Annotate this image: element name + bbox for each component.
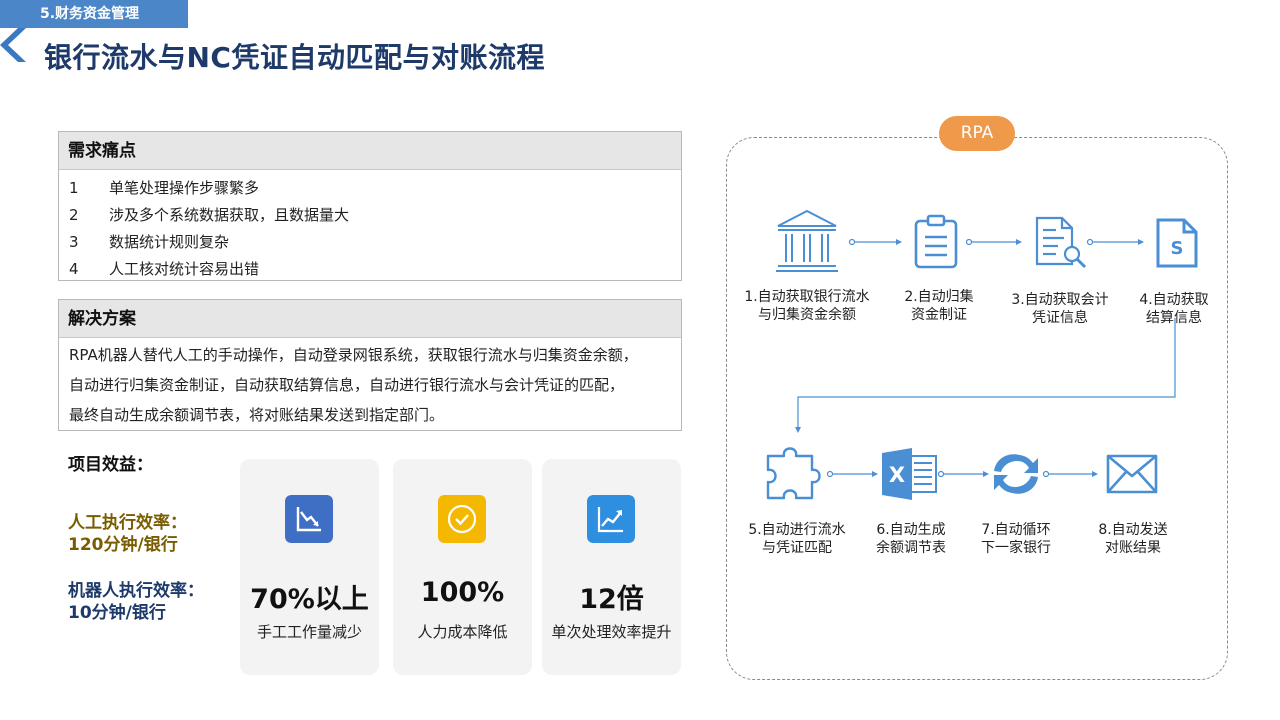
- step-label: 7.自动循环 下一家银行: [968, 521, 1064, 557]
- list-item: 3 数据统计规则复杂: [69, 228, 681, 255]
- manual-efficiency: 人工执行效率： 120分钟/银行: [68, 512, 187, 556]
- step-label: 3.自动获取会计 凭证信息: [1000, 291, 1120, 327]
- needs-list: 1 单笔处理操作步骤繁多 2 涉及多个系统数据获取，且数据量大 3 数据统计规则…: [59, 170, 681, 282]
- bank-icon: [776, 209, 838, 272]
- robot-efficiency-label: 机器人执行效率：: [68, 581, 204, 601]
- step-label-line: 余额调节表: [876, 540, 946, 556]
- mail-icon: [1106, 454, 1158, 494]
- step-label-line: 对账结果: [1105, 540, 1161, 556]
- needs-panel: 需求痛点 1 单笔处理操作步骤繁多 2 涉及多个系统数据获取，且数据量大 3 数…: [58, 131, 682, 281]
- step-label-line: 5.自动进行流水: [748, 522, 846, 538]
- solution-line: 最终自动生成余额调节表，将对账结果发送到指定部门。: [69, 406, 445, 424]
- page-title: 银行流水与NC凭证自动匹配与对账流程: [44, 41, 545, 74]
- solution-panel: 解决方案 RPA机器人替代人工的手动操作，自动登录网银系统，获取银行流水与归集资…: [58, 299, 682, 431]
- step-label-line: 8.自动发送: [1098, 522, 1168, 538]
- file-s-icon: S: [1156, 218, 1198, 268]
- step-label-line: 凭证信息: [1032, 310, 1088, 326]
- clipboard-icon: [914, 214, 958, 269]
- benefit-value: 100%: [420, 577, 505, 608]
- chart-up-icon: [587, 495, 635, 543]
- step-label-line: 1.自动获取银行流水: [744, 289, 870, 305]
- benefit-label: 单次处理效率提升: [551, 623, 672, 641]
- robot-efficiency-value: 10分钟/银行: [68, 603, 166, 623]
- check-circle-icon: [438, 495, 486, 543]
- benefit-value: 70%以上: [250, 584, 369, 615]
- solution-line: RPA机器人替代人工的手动操作，自动登录网银系统，获取银行流水与归集资金余额，: [69, 346, 638, 364]
- solution-body: RPA机器人替代人工的手动操作，自动登录网银系统，获取银行流水与归集资金余额， …: [59, 338, 681, 430]
- chart-down-icon: [285, 495, 333, 543]
- step-label-line: 7.自动循环: [981, 522, 1051, 538]
- svg-text:S: S: [1171, 238, 1184, 259]
- list-item-text: 数据统计规则复杂: [109, 233, 230, 251]
- list-item-number: 2: [69, 205, 79, 224]
- benefit-card: 100% 人力成本降低: [393, 459, 532, 675]
- benefit-title: 项目效益：: [68, 455, 153, 475]
- solution-line: 自动进行归集资金制证，自动获取结算信息，自动进行银行流水与会计凭证的匹配，: [69, 376, 625, 394]
- benefit-value: 12倍: [579, 584, 644, 615]
- list-item-text: 单笔处理操作步骤繁多: [109, 179, 260, 197]
- benefit-label: 人力成本降低: [417, 623, 508, 641]
- chevron-left-icon: [0, 28, 26, 62]
- list-item-number: 3: [69, 232, 79, 251]
- list-item: 2 涉及多个系统数据获取，且数据量大: [69, 201, 681, 228]
- excel-icon: X: [882, 448, 937, 500]
- benefit-label: 手工工作量减少: [256, 623, 362, 641]
- list-item: 1 单笔处理操作步骤繁多: [69, 174, 681, 201]
- step-label: 4.自动获取 结算信息: [1128, 291, 1220, 327]
- step-label: 6.自动生成 余额调节表: [862, 521, 960, 557]
- benefit-card: 70%以上 手工工作量减少: [240, 459, 379, 675]
- document-search-icon: [1035, 216, 1087, 269]
- list-item: 4 人工核对统计容易出错: [69, 255, 681, 282]
- svg-text:X: X: [889, 463, 905, 487]
- list-item-text: 涉及多个系统数据获取，且数据量大: [109, 206, 350, 224]
- step-label: 5.自动进行流水 与凭证匹配: [738, 521, 856, 557]
- list-item-text: 人工核对统计容易出错: [109, 260, 260, 278]
- step-label-line: 2.自动归集: [904, 289, 974, 305]
- rpa-badge: RPA: [939, 116, 1015, 151]
- step-label: 1.自动获取银行流水 与归集资金余额: [735, 288, 879, 324]
- step-label-line: 结算信息: [1146, 310, 1202, 326]
- section-tag: 5.财务资金管理: [0, 0, 188, 28]
- step-label: 8.自动发送 对账结果: [1088, 521, 1178, 557]
- solution-title: 解决方案: [59, 300, 681, 338]
- manual-efficiency-value: 120分钟/银行: [68, 535, 178, 555]
- step-label-line: 4.自动获取: [1139, 292, 1209, 308]
- step-label-line: 6.自动生成: [876, 522, 946, 538]
- step-label-line: 与归集资金余额: [758, 307, 856, 323]
- needs-title: 需求痛点: [59, 132, 681, 170]
- step-label-line: 资金制证: [911, 307, 967, 323]
- step-label: 2.自动归集 资金制证: [884, 288, 994, 324]
- list-item-number: 1: [69, 178, 79, 197]
- list-item-number: 4: [69, 259, 79, 278]
- puzzle-icon: [766, 447, 821, 500]
- benefit-card: 12倍 单次处理效率提升: [542, 459, 681, 675]
- step-label-line: 下一家银行: [981, 540, 1051, 556]
- robot-efficiency: 机器人执行效率： 10分钟/银行: [68, 580, 204, 624]
- refresh-icon: [994, 454, 1038, 494]
- manual-efficiency-label: 人工执行效率：: [68, 513, 187, 533]
- step-label-line: 与凭证匹配: [762, 540, 832, 556]
- step-label-line: 3.自动获取会计: [1011, 292, 1109, 308]
